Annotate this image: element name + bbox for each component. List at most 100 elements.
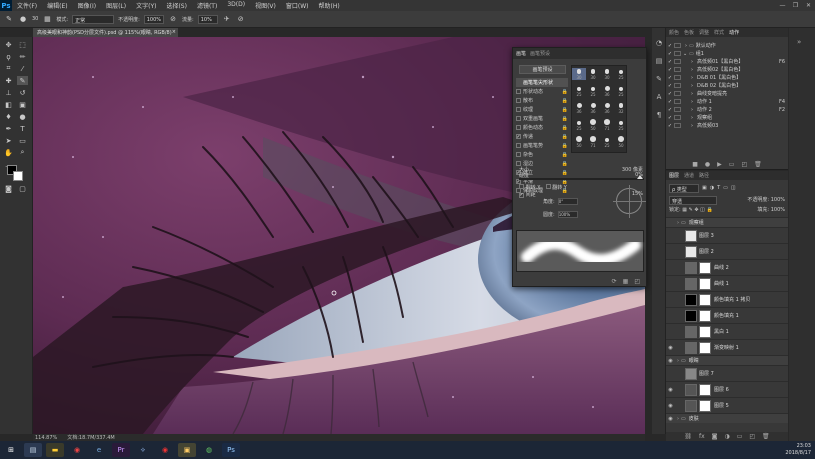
brush-setting-item[interactable]: ✓ 传递 🔒 <box>516 132 568 141</box>
action-dialog-toggle[interactable] <box>674 83 681 88</box>
action-item[interactable]: ✓ › 高低频03 <box>666 122 788 130</box>
dodge-tool-icon[interactable]: ● <box>17 112 28 121</box>
brush-setting-item[interactable]: 双重画笔 🔒 <box>516 114 568 123</box>
share-icon[interactable]: ⟡ <box>134 443 152 457</box>
brush-tip-preset[interactable]: 36 <box>600 102 614 114</box>
layers-panel-tab[interactable]: 通道 <box>684 172 694 179</box>
pressure-opacity-icon[interactable]: ⊘ <box>168 14 178 24</box>
action-enabled-check[interactable]: ✓ <box>666 43 674 49</box>
action-enabled-check[interactable]: ✓ <box>666 75 674 81</box>
menu-item[interactable]: 图像(I) <box>73 1 101 10</box>
properties-panel-icon[interactable]: ▤ <box>654 56 664 66</box>
action-dialog-toggle[interactable] <box>674 107 681 112</box>
actions-panel-tab[interactable]: 颜色 <box>669 29 679 36</box>
brush-roundness-field[interactable]: 100% <box>557 211 578 218</box>
layer-thumbnail[interactable] <box>685 367 697 380</box>
menu-item[interactable]: 编辑(E) <box>42 1 72 10</box>
character-panel-icon[interactable]: A <box>654 92 664 102</box>
new-adjustment-icon[interactable]: ◑ <box>724 433 729 440</box>
brush-setting-checkbox[interactable] <box>516 98 521 103</box>
group-arrow-icon[interactable]: › <box>677 358 679 364</box>
background-color-swatch[interactable] <box>13 171 23 181</box>
brush-spacing-checkbox[interactable]: ✓ 间距 <box>519 191 536 198</box>
layer-group-row[interactable]: ◉ › ▭ 皮肤 <box>666 413 788 423</box>
layer-row[interactable]: 曲线 2 <box>666 259 788 275</box>
layer-thumbnail[interactable] <box>685 341 697 354</box>
play-icon[interactable]: ▶ <box>717 161 722 168</box>
layer-mask-thumbnail[interactable] <box>699 341 711 354</box>
brush-panel-icon[interactable]: ✎ <box>654 74 664 84</box>
brush-new-icon[interactable]: ◰ <box>634 278 640 285</box>
zoom-tool-icon[interactable]: ⌕ <box>17 148 28 157</box>
layer-thumbnail[interactable] <box>685 293 697 306</box>
tab-brush[interactable]: 画笔 <box>516 50 526 57</box>
menu-item[interactable]: 文件(F) <box>12 1 42 10</box>
brush-presets-button[interactable]: 画笔预设 <box>519 65 566 74</box>
paragraph-panel-icon[interactable]: ¶ <box>654 110 664 120</box>
action-enabled-check[interactable]: ✓ <box>666 123 674 129</box>
path-select-tool-icon[interactable]: ➤ <box>3 136 14 145</box>
brush-setting-checkbox[interactable] <box>516 107 521 112</box>
type-tool-icon[interactable]: T <box>17 124 28 133</box>
blend-mode-select[interactable]: 穿透 <box>669 196 717 205</box>
ie-icon[interactable]: e <box>90 443 108 457</box>
filter-pixel-icon[interactable]: ▣ <box>702 185 707 191</box>
brush-tip-preset[interactable]: 30 <box>572 68 586 80</box>
record-icon[interactable]: ● <box>705 161 710 168</box>
layer-mask-thumbnail[interactable] <box>699 261 711 274</box>
brush-spacing-value[interactable]: 15% <box>632 191 643 198</box>
layer-row[interactable]: 图层 2 <box>666 243 788 259</box>
action-enabled-check[interactable]: ✓ <box>666 115 674 121</box>
layer-thumbnail[interactable] <box>685 277 697 290</box>
action-item[interactable]: ✓ › D&B 02【黑白色】 <box>666 82 788 90</box>
brush-tip-preset[interactable]: 71 <box>600 119 614 131</box>
layer-mask-thumbnail[interactable] <box>699 309 711 322</box>
layer-thumbnail[interactable] <box>685 261 697 274</box>
action-item[interactable]: ✓ › ▭ 默认动作 <box>666 42 788 50</box>
actions-panel-tab[interactable]: 样式 <box>714 29 724 36</box>
action-dialog-toggle[interactable] <box>674 75 681 80</box>
healing-brush-tool-icon[interactable]: ✚ <box>3 76 14 85</box>
brush-tip-preset[interactable]: 50 <box>572 136 586 148</box>
layer-row[interactable]: 图层 7 <box>666 365 788 381</box>
lock-icon[interactable]: 🔒 <box>562 125 568 131</box>
layer-thumbnail[interactable] <box>685 399 697 412</box>
filter-smart-icon[interactable]: ◫ <box>731 185 736 191</box>
brush-tip-preset[interactable]: 25 <box>586 85 600 97</box>
brush-setting-item[interactable]: 形状动态 🔒 <box>516 87 568 96</box>
expand-arrow-icon[interactable]: › <box>683 99 695 105</box>
layer-group-row[interactable]: ◉ › ▭ 眼睛 <box>666 355 788 365</box>
action-enabled-check[interactable]: ✓ <box>666 91 674 97</box>
brush-setting-checkbox[interactable] <box>516 125 521 130</box>
toggle-brush-panel-icon[interactable]: ▦ <box>42 14 52 24</box>
layer-mask-thumbnail[interactable] <box>699 277 711 290</box>
blur-tool-icon[interactable]: ♦ <box>3 112 14 121</box>
action-enabled-check[interactable]: ✓ <box>666 83 674 89</box>
filter-adjust-icon[interactable]: ◑ <box>710 185 714 191</box>
action-dialog-toggle[interactable] <box>674 123 681 128</box>
layer-row[interactable]: 黑白 1 <box>666 323 788 339</box>
expand-arrow-icon[interactable]: › <box>683 115 695 121</box>
brush-tip-preset[interactable]: 32 <box>614 102 628 114</box>
action-enabled-check[interactable]: ✓ <box>666 59 674 65</box>
quick-select-tool-icon[interactable]: ✏ <box>17 52 28 61</box>
layer-row[interactable]: 曲线 1 <box>666 275 788 291</box>
hand-tool-icon[interactable]: ✋ <box>3 148 14 157</box>
minimize-icon[interactable]: — <box>776 0 789 11</box>
windows-start-icon[interactable]: ⊞ <box>2 443 20 457</box>
menu-item[interactable]: 选择(S) <box>161 1 192 10</box>
brush-toggle-icon[interactable]: ⟳ <box>612 278 617 285</box>
brush-setting-checkbox[interactable] <box>516 116 521 121</box>
action-item[interactable]: ✓ › 动作 1 F4 <box>666 98 788 106</box>
menu-item[interactable]: 滤镜(T) <box>192 1 222 10</box>
pressure-size-icon[interactable]: ⊘ <box>236 14 246 24</box>
new-set-icon[interactable]: ▭ <box>729 161 735 168</box>
group-arrow-icon[interactable]: › <box>677 220 679 226</box>
brush-tip-preset[interactable]: 25 <box>572 119 586 131</box>
action-enabled-check[interactable]: ✓ <box>666 67 674 73</box>
delete-action-icon[interactable]: 🗑 <box>754 161 762 168</box>
pen-tool-icon[interactable]: ✒ <box>3 124 14 133</box>
fill-field[interactable]: 100% <box>771 207 785 213</box>
action-dialog-toggle[interactable] <box>674 99 681 104</box>
layer-thumbnail[interactable] <box>685 245 697 258</box>
